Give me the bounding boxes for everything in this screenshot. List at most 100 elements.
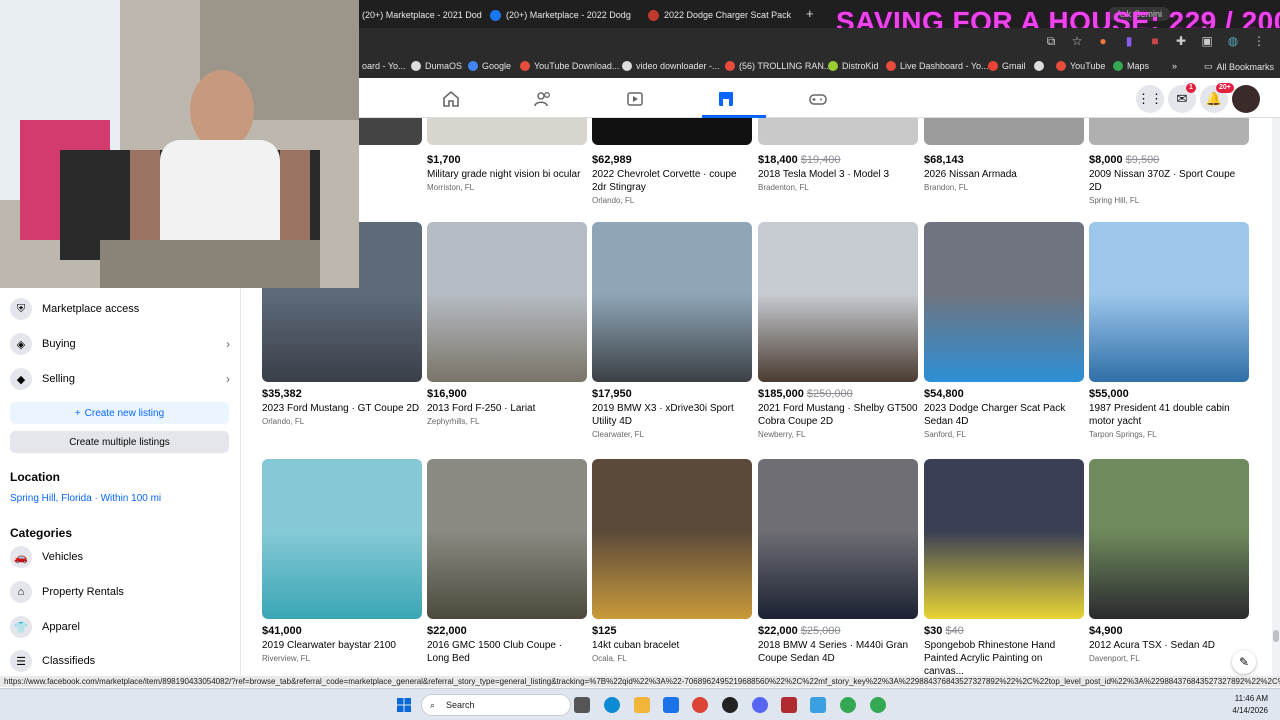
price-original: $19,400 [800,154,841,166]
listing-title: 2013 Ford F-250 · Lariat [427,403,536,414]
bookmark[interactable]: (56) TROLLING RAN... [725,61,831,71]
listing-card[interactable]: $1,700 Military grade night vision bi ocu… [427,118,587,192]
account-avatar[interactable] [1232,85,1260,113]
taskbar-search[interactable]: ⌕ Search [421,694,571,716]
listing-card[interactable]: $55,000 1987 President 41 double cabin mo… [1089,222,1249,439]
listing-card[interactable]: $4,900 2012 Acura TSX · Sedan 4D Davenport… [1089,459,1249,663]
listing-location: Clearwater, FL [592,430,645,439]
puzzle-icon[interactable]: ✚ [1174,34,1188,48]
bookmark[interactable]: oard - Yo... [362,61,406,71]
price-current: $54,800 [924,388,964,400]
listing-thumbnail [592,222,752,382]
bookmark[interactable]: YouTube Download... [520,61,619,71]
listing-card[interactable]: $22,000 $25,000 2018 BMW 4 Series · M440i … [758,459,918,667]
chrome-icon[interactable] [692,697,708,713]
toolbar-icons: ⧉ ☆ ● ▮ ■ ✚ ▣ ◍ ⋮ [1044,34,1266,48]
listing-title: 2022 Chevrolet Corvette · coupe 2dr Stin… [592,169,737,193]
bookmark[interactable]: DistroKid [828,61,879,71]
sidebar-item-label: Marketplace access [42,303,140,315]
category-property-rentals[interactable]: ⌂ Property Rentals [10,581,230,603]
bookmark-star-icon[interactable]: ☆ [1070,34,1084,48]
listing-thumbnail [592,459,752,619]
extension-icon[interactable]: ▮ [1122,34,1136,48]
bookmark[interactable]: video downloader -... [622,61,720,71]
gaming-icon[interactable] [808,89,828,109]
bookmark[interactable]: Maps [1113,61,1149,71]
browser-tab-active[interactable]: 2022 Dodge Charger Scat Pack ✕ [648,4,798,26]
home-icon[interactable] [441,89,461,109]
windows-start-icon[interactable] [396,697,412,713]
category-apparel[interactable]: 👕 Apparel [10,616,230,638]
file-explorer-icon[interactable] [634,697,650,713]
gmail-icon [988,61,998,71]
new-tab-button[interactable]: + [806,6,814,21]
listing-card[interactable]: $17,950 2019 BMW X3 · xDrive30i Sport Uti… [592,222,752,439]
listing-card[interactable]: $8,000 $9,500 2009 Nissan 370Z · Sport Cou… [1089,118,1249,205]
listing-card[interactable]: $68,143 2026 Nissan Armada Brandon, FL [924,118,1084,192]
location-link[interactable]: Spring Hill, Florida · Within 100 mi [10,493,161,504]
edge-icon[interactable] [604,697,620,713]
bookmark[interactable]: Gmail [988,61,1026,71]
bookmark[interactable] [1034,61,1044,71]
listing-card[interactable]: $185,000 $250,000 2021 Ford Mustang · Shel… [758,222,918,439]
plus-icon: + [74,407,81,419]
chrome-icon[interactable] [840,697,856,713]
profile-icon[interactable]: ◍ [1226,34,1240,48]
price-current: $22,000 [758,625,798,637]
task-view-icon[interactable] [574,697,590,713]
menu-icon[interactable]: ⋮ [1252,34,1266,48]
app-icon[interactable] [781,697,797,713]
bookmark[interactable]: YouTube [1056,61,1105,71]
listing-card[interactable]: $22,000 2016 GMC 1500 Club Coupe · Long B… [427,459,587,667]
sidepanel-icon[interactable]: ▣ [1200,34,1214,48]
listing-card[interactable]: $18,400 $19,400 2018 Tesla Model 3 · Model… [758,118,918,192]
listing-title: 2018 BMW 4 Series · M440i Gran Coupe Sed… [758,640,909,664]
friends-icon[interactable] [533,89,553,109]
listing-location: Newberry, FL [758,430,806,439]
listing-card[interactable]: $41,000 2019 Clearwater baystar 2100 River… [262,459,422,663]
browser-tab[interactable]: (20+) Marketplace - 2021 Dodg ✕ [362,4,482,26]
bookmarks-overflow[interactable]: » [1172,61,1177,71]
bookmark[interactable]: DumaOS [411,61,462,71]
listing-card[interactable]: $54,800 2023 Dodge Charger Scat Pack Seda… [924,222,1084,439]
price-current: $55,000 [1089,388,1129,400]
store-icon[interactable] [663,697,679,713]
chrome-icon[interactable] [870,697,886,713]
listing-card[interactable]: $16,900 2013 Ford F-250 · Lariat Zephyrhil… [427,222,587,426]
create-multiple-listings-button[interactable]: Create multiple listings [10,431,229,453]
create-new-listing-button[interactable]: + Create new listing [10,402,229,424]
discord-icon[interactable] [752,697,768,713]
category-vehicles[interactable]: 🚗 Vehicles [10,546,230,568]
all-bookmarks[interactable]: ▭ All Bookmarks [1204,61,1274,72]
obs-icon[interactable] [722,697,738,713]
listing-location: Ocala, FL [592,654,627,663]
listing-location: Orlando, FL [262,417,305,426]
bookmark[interactable]: Live Dashboard - Yo... [886,61,989,71]
listing-card[interactable]: $62,989 2022 Chevrolet Corvette · coupe 2… [592,118,752,205]
category-classifieds[interactable]: ☰ Classifieds [10,650,230,672]
listing-price: $4,900 [1089,625,1249,637]
sidebar-item-buying[interactable]: ◈ Buying › [10,333,230,355]
app-icon[interactable] [810,697,826,713]
extension-icon[interactable]: ■ [1148,34,1162,48]
menu-grid-button[interactable]: ⋮⋮ [1136,85,1164,113]
sidebar-item-label: Buying [42,338,76,350]
marketplace-icon[interactable] [716,89,736,109]
listing-card[interactable]: $30 $40 Spongebob Rhinestone Hand Painted … [924,459,1084,680]
page-scrollbar[interactable] [1272,118,1280,676]
video-icon[interactable] [625,89,645,109]
compose-button[interactable]: ✎ [1232,650,1256,674]
listing-thumbnail [427,459,587,619]
system-clock[interactable]: 11:46 AM 4/14/2026 [1232,693,1268,717]
sidebar-item-selling[interactable]: ◆ Selling › [10,368,230,390]
listing-card[interactable]: $125 14kt cuban bracelet Ocala, FL [592,459,752,663]
browser-tab[interactable]: (20+) Marketplace - 2022 Dodg ✕ [490,4,635,26]
sidebar-item-marketplace-access[interactable]: ⛨ Marketplace access [10,298,230,320]
install-icon[interactable]: ⧉ [1044,34,1058,48]
extension-icon[interactable]: ● [1096,34,1110,48]
price-current: $17,950 [592,388,632,400]
categories-heading: Categories [10,526,73,540]
bookmark[interactable]: Google [468,61,511,71]
listing-thumbnail [1089,459,1249,619]
scrollbar-thumb[interactable] [1273,630,1279,642]
